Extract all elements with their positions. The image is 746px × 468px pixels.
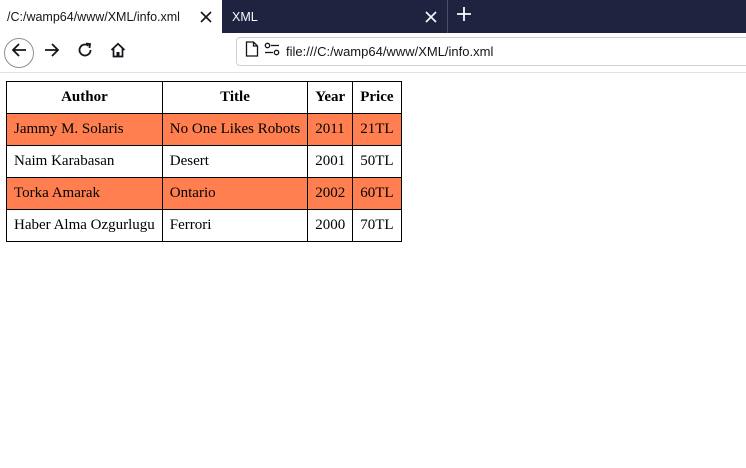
column-header-price: Price: [352, 81, 402, 114]
cell-price: 70TL: [352, 209, 402, 242]
column-header-year: Year: [307, 81, 354, 114]
cell-title: No One Likes Robots: [161, 113, 309, 146]
tab-title: XML: [232, 9, 258, 24]
cell-year: 2002: [307, 177, 354, 210]
tab-xml[interactable]: XML: [222, 0, 448, 33]
column-header-title: Title: [161, 81, 309, 114]
page-icon: [245, 41, 259, 62]
cell-year: 2000: [307, 209, 354, 242]
back-arrow-icon: [11, 42, 27, 63]
table-header-row: Author Title Year Price: [6, 81, 402, 114]
tab-title: /C:/wamp64/www/XML/info.xml: [7, 9, 180, 24]
tab-strip: /C:/wamp64/www/XML/info.xml XML: [0, 0, 746, 33]
tab-info-xml[interactable]: /C:/wamp64/www/XML/info.xml: [0, 0, 222, 33]
url-bar[interactable]: file:///C:/wamp64/www/XML/info.xml: [236, 37, 746, 66]
forward-arrow-icon: [44, 42, 60, 63]
cell-title: Ontario: [161, 177, 309, 210]
cell-author: Haber Alma Ozgurlugu: [6, 209, 163, 242]
table-row: Jammy M. Solaris No One Likes Robots 201…: [6, 113, 402, 146]
cell-author: Jammy M. Solaris: [6, 113, 163, 146]
home-icon: [110, 42, 126, 63]
cell-price: 50TL: [352, 145, 402, 178]
table-row: Torka Amarak Ontario 2002 60TL: [6, 177, 402, 210]
column-header-author: Author: [6, 81, 163, 114]
navigation-toolbar: file:///C:/wamp64/www/XML/info.xml: [0, 33, 746, 73]
plus-icon: [457, 7, 471, 26]
cell-year: 2011: [307, 113, 354, 146]
url-text: file:///C:/wamp64/www/XML/info.xml: [286, 44, 494, 59]
reload-button[interactable]: [70, 38, 100, 68]
cell-author: Torka Amarak: [6, 177, 163, 210]
close-icon[interactable]: [421, 7, 441, 27]
cell-author: Naim Karabasan: [6, 145, 163, 178]
forward-button[interactable]: [37, 38, 67, 68]
new-tab-button[interactable]: [448, 0, 480, 33]
reload-icon: [77, 42, 93, 63]
cell-year: 2001: [307, 145, 354, 178]
table-row: Naim Karabasan Desert 2001 50TL: [6, 145, 402, 178]
cell-price: 21TL: [352, 113, 402, 146]
back-button[interactable]: [4, 37, 34, 68]
cell-price: 60TL: [352, 177, 402, 210]
table-row: Haber Alma Ozgurlugu Ferrori 2000 70TL: [6, 209, 402, 242]
books-table: Author Title Year Price Jammy M. Solaris…: [6, 81, 402, 242]
permissions-icon[interactable]: [264, 42, 280, 61]
cell-title: Desert: [161, 145, 309, 178]
cell-title: Ferrori: [161, 209, 309, 242]
page-content: Author Title Year Price Jammy M. Solaris…: [0, 73, 746, 242]
home-button[interactable]: [103, 38, 133, 68]
close-icon[interactable]: [196, 7, 216, 27]
